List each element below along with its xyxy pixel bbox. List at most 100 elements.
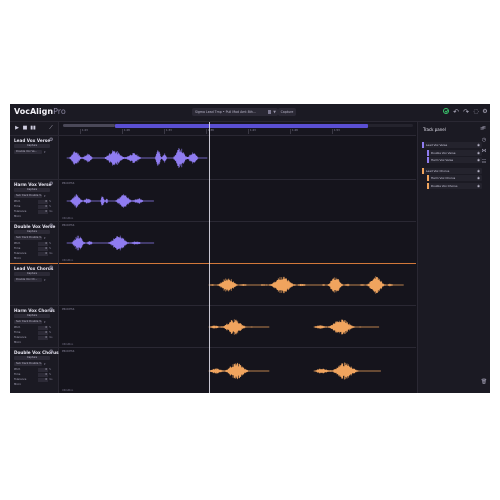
help-icon[interactable]: ◌ xyxy=(472,108,480,116)
chevron-down-icon: ▾ xyxy=(44,236,46,240)
capture-role-button[interactable]: Capture xyxy=(14,230,50,234)
waveform-icon[interactable]: ▮▮ xyxy=(30,125,36,131)
guide-selector[interactable]: Sub track Double V... xyxy=(14,320,42,324)
capture-role-button[interactable]: Capture xyxy=(14,188,50,192)
chevron-down-icon: ▼ xyxy=(273,110,276,114)
eye-icon[interactable]: ◉ xyxy=(477,183,480,189)
param-value-input[interactable]: 0 xyxy=(38,205,48,209)
param-value-input[interactable]: 0 xyxy=(38,336,48,340)
param-value-input[interactable]: 0 xyxy=(38,210,48,214)
capture-all-button[interactable]: Capture xyxy=(278,108,296,116)
stop-icon[interactable]: ■ xyxy=(22,125,28,131)
capture-role-button[interactable]: Capture xyxy=(14,144,50,148)
gear-icon[interactable]: ⚙ xyxy=(481,108,489,116)
waveform-path xyxy=(66,148,208,168)
capture-role-button[interactable]: Capture xyxy=(14,314,50,318)
waveform[interactable] xyxy=(59,264,416,306)
timeline-scroll-thumb[interactable] xyxy=(63,124,115,127)
redo-icon[interactable]: ↷ xyxy=(462,108,470,116)
undo-icon[interactable]: ↶ xyxy=(452,108,460,116)
track-panel-item[interactable]: Lead Vox Verse ◉ xyxy=(422,142,482,148)
param-value-input[interactable]: 0 xyxy=(38,326,48,330)
track-panel-item[interactable]: Harm Vox Verse ◉ xyxy=(427,157,482,163)
waveform[interactable] xyxy=(59,136,416,180)
param-value-input[interactable]: 0 xyxy=(38,247,48,251)
waveform[interactable] xyxy=(59,306,416,348)
track-controls: Lead Vox Chorus ⚙ Capture Double Vox Ch... ▾ xyxy=(10,263,58,305)
waveform[interactable] xyxy=(59,222,416,264)
param-value-input[interactable]: 0 xyxy=(38,200,48,204)
track-panel-item[interactable]: Lead Vox Chorus ◉ xyxy=(422,168,482,174)
capture-role-button[interactable]: Capture xyxy=(14,272,50,276)
track-color-bar xyxy=(427,150,429,156)
menu-icon[interactable]: ≡ xyxy=(480,124,488,132)
gear-icon[interactable]: ⚙ xyxy=(49,223,54,229)
param-label: Time xyxy=(14,373,21,376)
track-panel-title: Track panel xyxy=(423,127,446,132)
param-value-input[interactable]: 0 xyxy=(38,242,48,246)
guide-selector[interactable]: Double Vox Ch... xyxy=(14,278,42,282)
gear-icon[interactable]: ⚙ xyxy=(49,181,54,187)
selection-region[interactable] xyxy=(115,123,368,128)
gear-icon[interactable]: ⚙ xyxy=(49,137,54,143)
waveform[interactable] xyxy=(59,180,416,222)
status-check-icon xyxy=(443,108,449,114)
param-row: Tolerance 0 ms xyxy=(14,378,54,382)
gear-icon[interactable]: ⚙ xyxy=(49,265,54,271)
save-preset-icon[interactable] xyxy=(266,108,272,116)
param-row: Tolerance 0 ms xyxy=(14,252,54,256)
clock-icon[interactable]: ◷ xyxy=(480,136,488,144)
track-panel-item-label: Harm Vox Verse xyxy=(431,158,454,162)
waveform-path xyxy=(208,362,381,380)
param-unit: % xyxy=(49,205,52,208)
param-value-input[interactable]: 0 xyxy=(38,368,48,372)
track-color-bar xyxy=(427,183,429,189)
param-value-input[interactable]: 0 xyxy=(38,373,48,377)
gear-icon[interactable]: ⚙ xyxy=(49,349,54,355)
eye-icon[interactable]: ◉ xyxy=(477,175,480,181)
ruler-tick-label: 1:53 xyxy=(334,129,340,132)
track-controls-panel: ▶ ■ ▮▮ ⟋ Lead Vox Verse ⚙ Capture Double Vo… xyxy=(10,122,59,393)
split-icon[interactable]: ⋈ xyxy=(480,147,488,155)
param-value-input[interactable]: 0 xyxy=(38,252,48,256)
track-controls: Harm Vox Verse ⚙ Capture Sub track Double V… xyxy=(10,179,58,221)
ruler-tick xyxy=(80,129,81,134)
waveform[interactable] xyxy=(59,348,416,393)
trash-icon[interactable]: 🗑 xyxy=(480,378,488,386)
track-panel-item[interactable]: Harm Vox Chorus ◉ xyxy=(427,175,482,181)
playhead[interactable] xyxy=(209,122,210,393)
param-unit: ms xyxy=(49,252,53,255)
link-icon[interactable]: ⟋ xyxy=(48,125,54,131)
ruler-tick xyxy=(164,129,165,134)
param-value-input[interactable]: 0 xyxy=(38,331,48,335)
sliders-icon[interactable]: ☷ xyxy=(480,158,488,166)
track-panel-item[interactable]: Double Vox Chorus ◉ xyxy=(427,183,482,189)
guide-selector[interactable]: Double Vox Ve... xyxy=(14,150,42,154)
eye-icon[interactable]: ◉ xyxy=(477,168,480,174)
ruler-tick xyxy=(248,129,249,134)
guide-selector[interactable]: Sub track Double V... xyxy=(14,194,42,198)
ruler-tick xyxy=(206,129,207,134)
guide-selector[interactable]: Sub track Double V... xyxy=(14,362,42,366)
play-icon[interactable]: ▶ xyxy=(14,125,20,131)
timeline-ruler[interactable]: 1:23 1:28 1:33 1:38 1:43 1:48 1:53 xyxy=(59,122,416,136)
track-panel-item[interactable]: Double Vox Verse ◉ xyxy=(427,150,482,156)
param-label: Tolerance xyxy=(14,210,27,213)
track-color-bar xyxy=(427,157,429,163)
guide-selector[interactable]: Sub track Double V... xyxy=(14,236,42,240)
waveform-path xyxy=(66,194,154,208)
gear-icon[interactable]: ⚙ xyxy=(49,307,54,313)
track-lane: PROCESS ORIGINAL xyxy=(59,347,416,393)
param-unit: % xyxy=(49,247,52,250)
param-value-input[interactable]: 0 xyxy=(38,378,48,382)
waveform-path xyxy=(208,319,380,335)
track-lane: PROCESS ORIGINAL xyxy=(59,305,416,347)
chevron-down-icon: ▾ xyxy=(44,362,46,366)
chevron-down-icon: ▾ xyxy=(44,320,46,324)
param-unit: ms xyxy=(49,336,53,339)
lane-footer: ORIGINAL xyxy=(62,259,74,262)
lane-label: PROCESS xyxy=(62,308,75,311)
capture-role-button[interactable]: Capture xyxy=(14,356,50,360)
param-label: Time xyxy=(14,247,21,250)
param-label: Micro xyxy=(14,215,21,218)
